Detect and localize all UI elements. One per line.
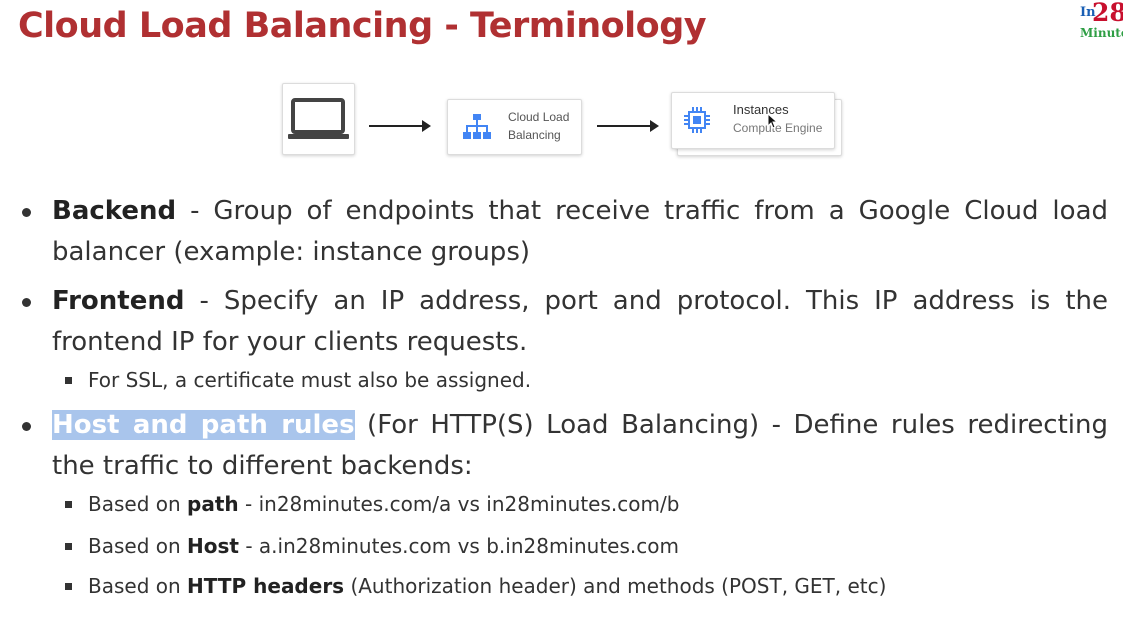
load-balancer-label-line1: Cloud Load [508,110,570,124]
desc-frontend: - Specify an IP address, port and protoc… [52,286,1108,357]
client-card [282,83,355,155]
bullet-frontend: Frontend - Specify an IP address, port a… [22,281,1108,363]
ssl-text: For SSL, a certificate must also be assi… [88,368,532,392]
sub-bullet-ssl: For SSL, a certificate must also be assi… [65,366,532,394]
sub3-prefix: Based on [88,574,188,598]
sub-bullet-path: Based on path - in28minutes.com/a vs in2… [65,490,680,518]
load-balancer-icon [463,114,491,139]
instances-card: Instances Compute Engine [671,92,835,149]
sub1-bold: path [187,492,239,516]
instances-title: Instances [733,102,789,117]
sub-bullet-host: Based on Host - a.in28minutes.com vs b.i… [65,532,679,560]
bullet-dot [22,208,31,217]
sub2-prefix: Based on [88,534,188,558]
sub2-bold: Host [187,534,239,558]
sub3-bold: HTTP headers [187,574,345,598]
sub1-prefix: Based on [88,492,188,516]
sub-bullet-square [65,543,72,550]
term-host-path-rules: Host and path rules [52,410,355,440]
bullet-dot [22,422,31,431]
sub-bullet-square [65,377,72,384]
compute-engine-icon [684,107,710,133]
architecture-diagram: Cloud Load Balancing Instances Compute E… [0,0,1123,170]
bullet-dot [22,298,31,307]
load-balancer-label-line2: Balancing [508,128,561,142]
sub-bullet-square [65,583,72,590]
bullet-backend: Backend - Group of endpoints that receiv… [22,191,1108,273]
sub-bullet-square [65,501,72,508]
sub2-rest: - a.in28minutes.com vs b.in28minutes.com [238,534,679,558]
desc-backend: - Group of endpoints that receive traffi… [52,196,1108,267]
sub-bullet-http-headers: Based on HTTP headers (Authorization hea… [65,572,887,600]
sub1-rest: - in28minutes.com/a vs in28minutes.com/b [238,492,680,516]
arrow-lb-to-instances [597,120,659,132]
laptop-icon [288,98,349,139]
bullet-host-path-rules: Host and path rules (For HTTP(S) Load Ba… [22,405,1108,487]
mouse-cursor-icon [767,113,779,129]
sub3-rest: (Authorization header) and methods (POST… [344,574,887,598]
load-balancer-card: Cloud Load Balancing [447,99,582,155]
term-frontend: Frontend [52,286,185,316]
term-backend: Backend [52,196,177,226]
arrow-client-to-lb [369,120,431,132]
